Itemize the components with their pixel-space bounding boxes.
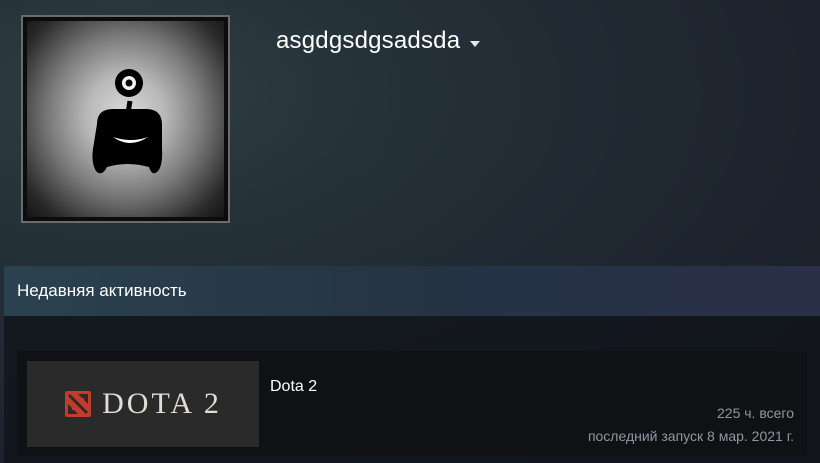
game-hours: 225 ч. всего	[717, 405, 794, 421]
username-row[interactable]: asgdgsdgsadsda	[276, 27, 481, 55]
dota2-logo-icon: DOTA 2	[64, 387, 222, 421]
avatar-image	[27, 21, 224, 217]
one-eyed-creature-icon	[92, 69, 163, 174]
game-capsule[interactable]: DOTA 2	[27, 361, 259, 447]
caret-down-icon[interactable]	[470, 41, 481, 47]
recent-activity-header: Недавняя активность	[4, 266, 820, 316]
game-card[interactable]: DOTA 2 Dota 2 225 ч. всего последний зап…	[17, 351, 807, 456]
game-last-played: последний запуск 8 мар. 2021 г.	[587, 428, 794, 444]
dota2-emblem-icon	[65, 391, 92, 417]
profile-header: asgdgsdgsadsda	[0, 0, 820, 265]
username[interactable]: asgdgsdgsadsda	[276, 27, 460, 55]
recent-activity-title: Недавняя активность	[17, 281, 187, 300]
capsule-text: DOTA 2	[102, 387, 222, 420]
game-name[interactable]: Dota 2	[270, 378, 317, 396]
avatar[interactable]	[21, 15, 230, 223]
recent-activity-panel: Недавняя активность DOTA 2 Dota 2 225 ч.…	[4, 266, 820, 463]
